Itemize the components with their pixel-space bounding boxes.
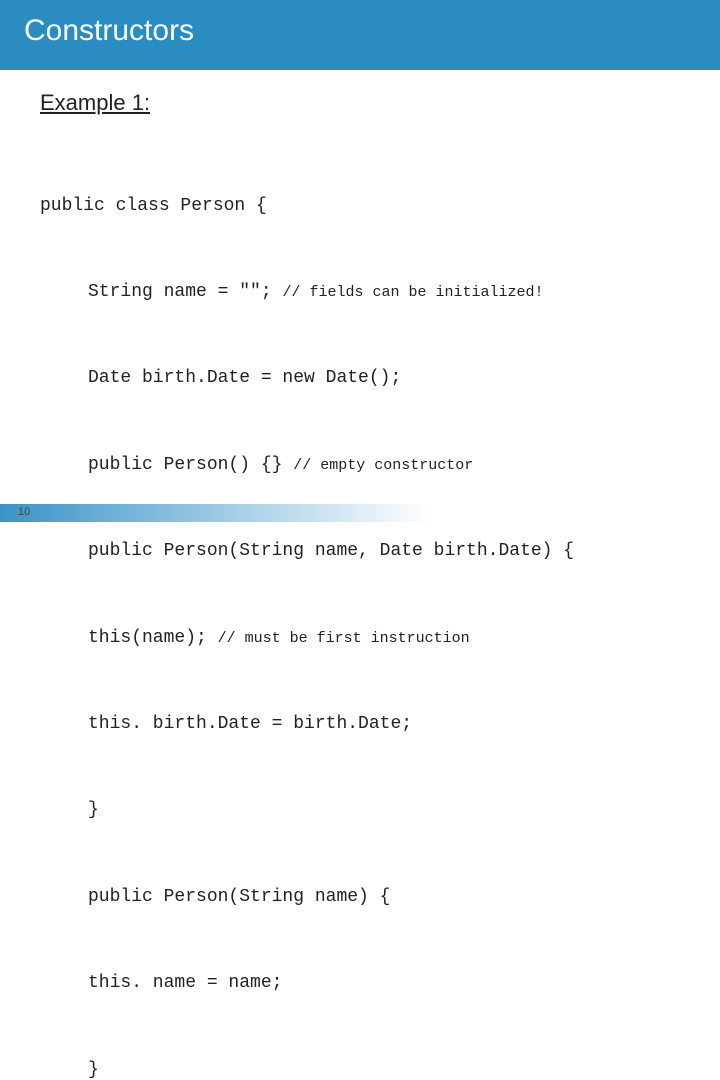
code-line: public Person() {} // empty constructor (40, 451, 680, 480)
footer-gradient-bar (0, 504, 720, 522)
code-line: public class Person { (40, 192, 680, 221)
page-number: 10 (18, 506, 30, 518)
code-line: Date birth.Date = new Date(); (40, 364, 680, 393)
content-area: Example 1: public class Person { String … (0, 70, 720, 1080)
code-line: } (40, 796, 680, 825)
code-line: } (40, 1056, 680, 1080)
code-line: public Person(String name, Date birth.Da… (40, 537, 680, 566)
code-line: public Person(String name) { (40, 883, 680, 912)
code-line: String name = ""; // fields can be initi… (40, 278, 680, 307)
slide-title: Constructors (24, 14, 720, 48)
code-line: this(name); // must be first instruction (40, 624, 680, 653)
example-heading: Example 1: (40, 90, 680, 116)
code-line: this. birth.Date = birth.Date; (40, 710, 680, 739)
code-block: public class Person { String name = ""; … (40, 134, 680, 1080)
code-line: this. name = name; (40, 969, 680, 998)
title-bar: Constructors (0, 0, 720, 70)
